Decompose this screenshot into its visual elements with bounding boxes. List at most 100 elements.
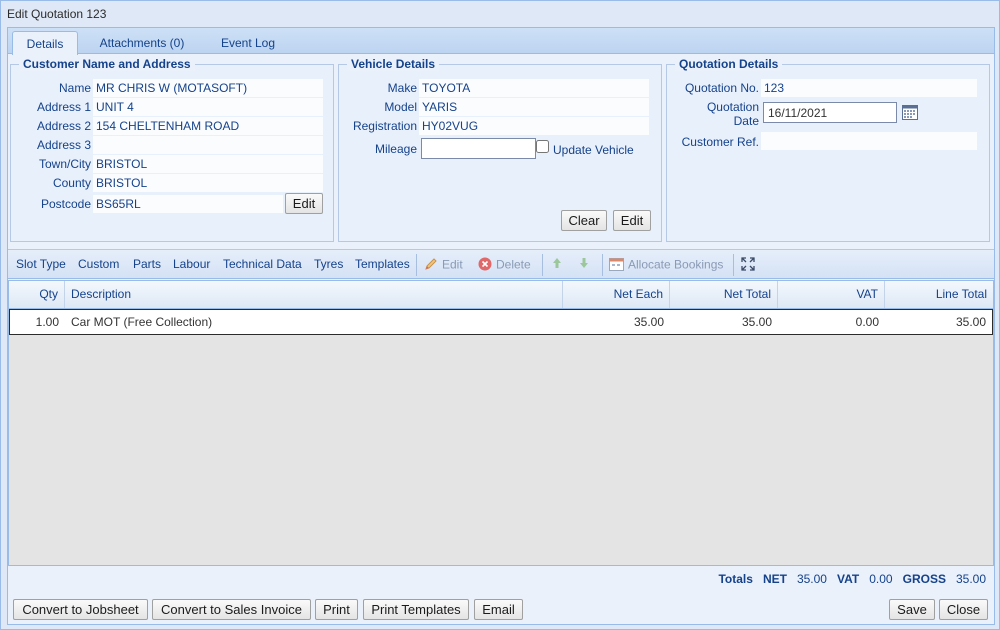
- town-value: BRISTOL: [93, 155, 323, 173]
- quotation-number-value: 123: [761, 79, 977, 97]
- col-line-total[interactable]: Line Total: [885, 281, 993, 308]
- convert-to-jobsheet-button[interactable]: Convert to Jobsheet: [13, 599, 148, 620]
- tyres-button[interactable]: Tyres: [314, 257, 343, 271]
- toolbar-separator: [602, 254, 603, 276]
- toolbar-separator: [542, 254, 543, 276]
- quotation-panel: Details Attachments (0) Event Log Custom…: [7, 27, 995, 625]
- delete-item-button[interactable]: Delete: [478, 257, 531, 274]
- table-row[interactable]: 1.00 Car MOT (Free Collection) 35.00 35.…: [9, 309, 993, 335]
- tab-event-log[interactable]: Event Log: [208, 31, 288, 55]
- customer-section-title: Customer Name and Address: [19, 57, 195, 71]
- net-label: NET: [762, 572, 787, 586]
- close-button[interactable]: Close: [939, 599, 988, 620]
- model-value: YARIS: [419, 98, 649, 116]
- quotation-date-input[interactable]: [763, 102, 897, 123]
- calendar-booking-icon: [609, 257, 624, 274]
- customer-ref-label: Customer Ref.: [681, 135, 759, 149]
- toolbar-separator: [416, 254, 417, 276]
- postcode-label: Postcode: [40, 197, 91, 211]
- edit-item-button[interactable]: Edit: [424, 257, 463, 274]
- items-grid: Qty Description Net Each Net Total VAT L…: [8, 280, 994, 566]
- gross-value: 35.00: [955, 572, 986, 586]
- customer-edit-button[interactable]: Edit: [285, 193, 323, 214]
- update-vehicle-checkbox[interactable]: [536, 140, 549, 153]
- tab-details[interactable]: Details: [12, 31, 78, 55]
- net-value: 35.00: [796, 572, 827, 586]
- cell-line-total: 35.00: [955, 315, 986, 329]
- address1-label: Address 1: [36, 100, 91, 114]
- window-title: Edit Quotation 123: [1, 1, 999, 27]
- name-value: MR CHRIS W (MOTASOFT): [93, 79, 323, 97]
- name-label: Name: [58, 81, 91, 95]
- templates-button[interactable]: Templates: [355, 257, 410, 271]
- col-vat[interactable]: VAT: [778, 281, 885, 308]
- arrow-up-icon: [551, 257, 563, 272]
- cell-qty: 1.00: [35, 315, 59, 329]
- custom-button[interactable]: Custom: [78, 257, 119, 271]
- update-vehicle-label: Update Vehicle: [553, 143, 634, 157]
- vat-label: VAT: [837, 572, 860, 586]
- cell-net-each: 35.00: [633, 315, 664, 329]
- toolbar-separator: [733, 254, 734, 276]
- address3-value: [93, 136, 323, 154]
- col-net-total[interactable]: Net Total: [670, 281, 778, 308]
- cell-net-total: 35.00: [741, 315, 772, 329]
- save-button[interactable]: Save: [889, 599, 935, 620]
- calendar-icon[interactable]: [902, 105, 918, 123]
- quotation-date-label-line2: Date: [733, 114, 759, 128]
- registration-value: HY02VUG: [419, 117, 649, 135]
- address2-value: 154 CHELTENHAM ROAD: [93, 117, 323, 135]
- quotation-section-title: Quotation Details: [675, 57, 783, 71]
- quotation-section: Quotation Details Quotation No. 123 Quot…: [666, 57, 990, 242]
- grid-header: Qty Description Net Each Net Total VAT L…: [9, 281, 993, 309]
- make-label: Make: [387, 81, 417, 95]
- tab-bar: Details Attachments (0) Event Log: [8, 28, 994, 55]
- convert-to-sales-invoice-button[interactable]: Convert to Sales Invoice: [152, 599, 311, 620]
- allocate-bookings-button[interactable]: Allocate Bookings: [609, 257, 723, 274]
- mileage-input[interactable]: [421, 138, 536, 159]
- make-value: TOYOTA: [419, 79, 649, 97]
- technical-data-button[interactable]: Technical Data: [223, 257, 302, 271]
- quotation-number-label: Quotation No.: [684, 81, 759, 95]
- move-up-button[interactable]: [551, 257, 567, 272]
- model-label: Model: [384, 100, 417, 114]
- items-toolbar: Slot Type Custom Parts Labour Technical …: [8, 249, 994, 279]
- col-net-each[interactable]: Net Each: [563, 281, 670, 308]
- delete-circle-icon: [478, 257, 492, 274]
- customer-section: Customer Name and Address Name MR CHRIS …: [10, 57, 334, 242]
- edit-item-label: Edit: [442, 257, 463, 272]
- email-button[interactable]: Email: [474, 599, 523, 620]
- vehicle-edit-button[interactable]: Edit: [613, 210, 651, 231]
- delete-item-label: Delete: [496, 257, 531, 272]
- vehicle-section-title: Vehicle Details: [347, 57, 440, 71]
- col-qty[interactable]: Qty: [9, 281, 65, 308]
- labour-button[interactable]: Labour: [173, 257, 210, 271]
- col-description[interactable]: Description: [65, 281, 563, 308]
- address1-value: UNIT 4: [93, 98, 323, 116]
- arrow-down-icon: [578, 257, 590, 272]
- move-down-button[interactable]: [578, 257, 594, 272]
- county-value: BRISTOL: [93, 174, 323, 192]
- customer-ref-value: [761, 132, 977, 150]
- allocate-bookings-label: Allocate Bookings: [628, 257, 724, 272]
- print-templates-button[interactable]: Print Templates: [363, 599, 469, 620]
- mileage-label: Mileage: [374, 142, 417, 156]
- tab-attachments[interactable]: Attachments (0): [92, 31, 192, 55]
- totals-bar: Totals NET 35.00 VAT 0.00 GROSS 35.00: [718, 572, 986, 586]
- slot-type-button[interactable]: Slot Type: [16, 257, 66, 271]
- print-button[interactable]: Print: [315, 599, 358, 620]
- cell-vat: 0.00: [855, 315, 879, 329]
- parts-button[interactable]: Parts: [133, 257, 161, 271]
- postcode-value: BS65RL: [93, 195, 283, 213]
- totals-label: Totals: [718, 572, 753, 586]
- registration-label: Registration: [352, 119, 417, 133]
- address2-label: Address 2: [36, 119, 91, 133]
- expand-button[interactable]: [741, 257, 759, 274]
- expand-icon: [741, 257, 755, 274]
- address3-label: Address 3: [36, 138, 91, 152]
- pencil-icon: [424, 257, 438, 274]
- cell-description: Car MOT (Free Collection): [71, 315, 213, 329]
- town-label: Town/City: [38, 157, 91, 171]
- edit-quotation-window: Edit Quotation 123 Details Attachments (…: [0, 0, 1000, 630]
- vehicle-clear-button[interactable]: Clear: [561, 210, 607, 231]
